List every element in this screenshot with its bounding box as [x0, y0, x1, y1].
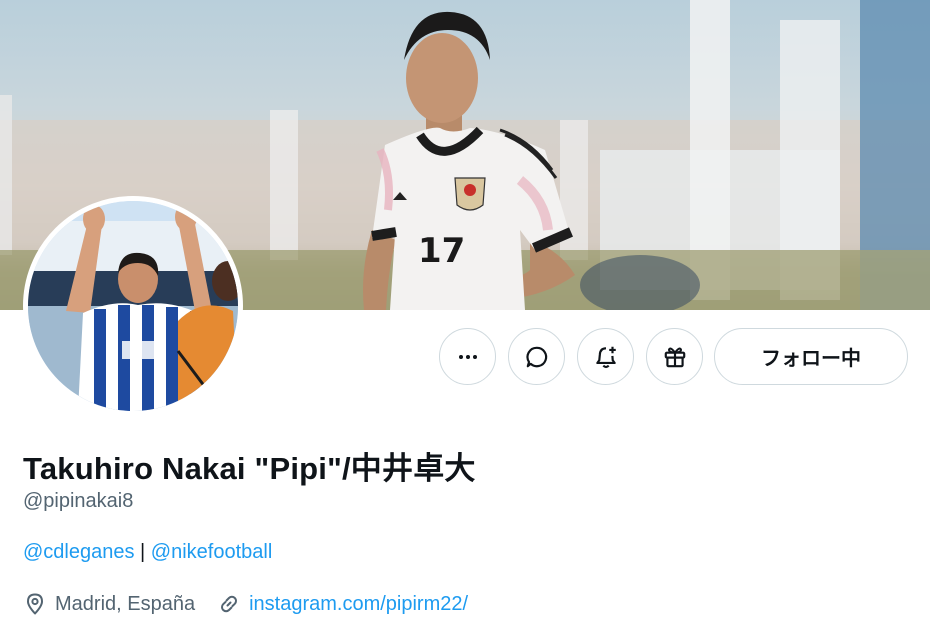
gift-icon — [664, 347, 685, 367]
location-text: Madrid, España — [55, 592, 196, 615]
following-button[interactable]: フォロー中 — [714, 328, 908, 385]
bio-mention-nikefootball[interactable]: @nikefootball — [151, 541, 272, 563]
profile-bio: @cdleganes | @nikefootball — [23, 541, 272, 564]
notify-button[interactable] — [577, 328, 634, 385]
profile-actions: フォロー中 — [0, 328, 930, 385]
website-item: instagram.com/pipirm22/ — [217, 592, 468, 616]
gift-button[interactable] — [646, 328, 703, 385]
message-bubble-icon — [525, 346, 547, 367]
profile-meta: Madrid, España instagram.com/pipirm22/ — [23, 592, 468, 616]
display-name: Takuhiro Nakai "Pipi"/中井卓大 — [23, 451, 476, 486]
message-button[interactable] — [508, 328, 565, 385]
user-handle: @pipinakai8 — [23, 490, 134, 512]
more-horizontal-icon — [458, 354, 477, 359]
location-item: Madrid, España — [23, 592, 195, 616]
bio-mention-cdleganes[interactable]: @cdleganes — [23, 541, 134, 563]
location-pin-icon — [27, 593, 43, 615]
website-link[interactable]: instagram.com/pipirm22/ — [249, 593, 468, 616]
jersey-number: 17 — [418, 231, 465, 271]
bio-separator: | — [134, 541, 151, 563]
more-button[interactable] — [439, 328, 496, 385]
link-icon — [221, 595, 238, 613]
bell-plus-icon — [595, 346, 616, 368]
